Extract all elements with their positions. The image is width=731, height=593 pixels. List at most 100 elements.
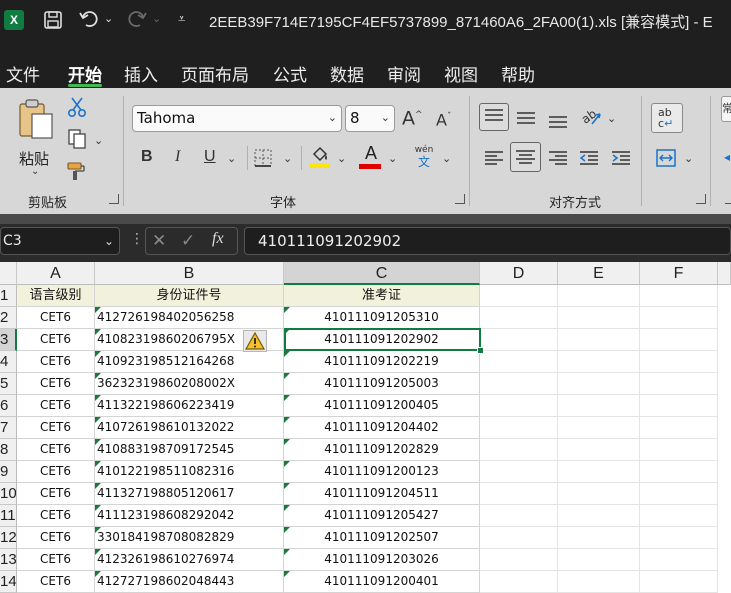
table-cell[interactable]: CET6 <box>17 329 95 351</box>
fill-handle[interactable] <box>477 347 484 354</box>
increase-font-size-icon[interactable]: A^ <box>402 106 423 128</box>
empty-cell[interactable] <box>558 439 640 461</box>
empty-cell[interactable] <box>558 395 640 417</box>
tab-insert[interactable]: 插入 <box>124 61 158 86</box>
row-header-1[interactable]: 1 <box>0 285 17 307</box>
row-header-9[interactable]: 9 <box>0 461 17 483</box>
orientation-icon[interactable]: ab <box>578 104 604 132</box>
table-cell[interactable]: CET6 <box>17 483 95 505</box>
empty-cell[interactable] <box>558 351 640 373</box>
table-cell[interactable]: 410111091204511 <box>284 483 480 505</box>
align-bottom-icon[interactable] <box>547 108 569 134</box>
table-cell[interactable]: 36232319860208002X <box>95 373 284 395</box>
table-cell[interactable]: 410111091204402 <box>284 417 480 439</box>
column-header-b[interactable]: B <box>95 262 284 285</box>
empty-cell[interactable] <box>558 549 640 571</box>
table-cell[interactable]: CET6 <box>17 549 95 571</box>
formula-bar-options-icon[interactable]: ⋮ <box>130 231 144 247</box>
row-header-5[interactable]: 5 <box>0 373 17 395</box>
empty-cell[interactable] <box>480 417 558 439</box>
empty-cell[interactable] <box>640 571 718 593</box>
table-cell[interactable]: CET6 <box>17 351 95 373</box>
merge-dropdown-icon[interactable]: ⌄ <box>684 150 693 168</box>
table-cell[interactable]: CET6 <box>17 571 95 593</box>
empty-cell[interactable] <box>640 351 718 373</box>
empty-cell[interactable] <box>640 417 718 439</box>
number-format-icon[interactable]: ◂ <box>724 148 730 166</box>
empty-cell[interactable] <box>480 395 558 417</box>
font-name-combo[interactable]: Tahoma ⌄ <box>132 105 342 132</box>
clipboard-dialog-launcher[interactable] <box>109 194 119 204</box>
empty-cell[interactable] <box>640 527 718 549</box>
row-header-10[interactable]: 10 <box>0 483 17 505</box>
row-header-6[interactable]: 6 <box>0 395 17 417</box>
table-cell[interactable]: 410111091203026 <box>284 549 480 571</box>
empty-cell[interactable] <box>640 329 718 351</box>
row-header-11[interactable]: 11 <box>0 505 17 527</box>
empty-cell[interactable] <box>480 329 558 351</box>
empty-cell[interactable] <box>640 373 718 395</box>
empty-cell[interactable] <box>480 505 558 527</box>
select-all-corner[interactable] <box>0 262 17 285</box>
table-cell[interactable]: 410111091202829 <box>284 439 480 461</box>
customize-qat-icon[interactable]: ⩡ <box>178 12 185 27</box>
empty-cell[interactable] <box>480 527 558 549</box>
align-top-button[interactable] <box>479 103 509 131</box>
empty-cell[interactable] <box>640 461 718 483</box>
copy-icon[interactable] <box>66 128 88 154</box>
table-cell[interactable]: 410111091200123 <box>284 461 480 483</box>
align-center-button[interactable] <box>510 142 541 172</box>
font-name-dropdown-icon[interactable]: ⌄ <box>328 106 337 130</box>
empty-cell[interactable] <box>480 307 558 329</box>
tab-data[interactable]: 数据 <box>330 61 364 86</box>
font-dialog-launcher[interactable] <box>455 194 465 204</box>
name-box-dropdown-icon[interactable]: ⌄ <box>104 228 114 255</box>
empty-cell[interactable] <box>558 527 640 549</box>
table-cell[interactable]: CET6 <box>17 373 95 395</box>
name-box[interactable]: C3 ⌄ <box>0 227 120 255</box>
fill-color-dropdown-icon[interactable]: ⌄ <box>337 150 346 168</box>
empty-cell[interactable] <box>558 307 640 329</box>
underline-button[interactable]: U <box>204 148 216 166</box>
empty-cell[interactable] <box>640 395 718 417</box>
empty-cell[interactable] <box>640 505 718 527</box>
table-cell[interactable]: 410923198512164268 <box>95 351 284 373</box>
column-header-a[interactable]: A <box>17 262 95 285</box>
column-header-partial[interactable] <box>718 262 731 285</box>
table-cell[interactable]: CET6 <box>17 417 95 439</box>
table-cell[interactable]: CET6 <box>17 527 95 549</box>
table-cell[interactable]: 412727198602048443 <box>95 571 284 593</box>
row-header-13[interactable]: 13 <box>0 549 17 571</box>
redo-icon[interactable] <box>126 8 148 35</box>
table-cell[interactable]: CET6 <box>17 307 95 329</box>
table-cell[interactable]: 410111091205427 <box>284 505 480 527</box>
bold-button[interactable]: B <box>141 148 153 166</box>
row-header-12[interactable]: 12 <box>0 527 17 549</box>
empty-cell[interactable] <box>558 483 640 505</box>
table-cell[interactable]: 410726198610132022 <box>95 417 284 439</box>
tab-formulas[interactable]: 公式 <box>273 61 307 86</box>
table-cell[interactable]: 410111091200405 <box>284 395 480 417</box>
row-header-14[interactable]: 14 <box>0 571 17 593</box>
empty-cell[interactable] <box>558 285 640 307</box>
table-cell[interactable]: 410111091200401 <box>284 571 480 593</box>
wrap-text-button[interactable]: ab c↵ <box>651 103 683 133</box>
redo-dropdown-icon[interactable]: ⌄ <box>152 12 161 25</box>
table-cell[interactable]: 412326198610276974 <box>95 549 284 571</box>
empty-cell[interactable] <box>480 373 558 395</box>
tab-help[interactable]: 帮助 <box>501 61 535 86</box>
insert-function-button[interactable]: fx <box>212 230 224 248</box>
empty-cell[interactable] <box>640 483 718 505</box>
increase-indent-icon[interactable] <box>610 148 632 172</box>
empty-cell[interactable] <box>640 285 718 307</box>
tab-review[interactable]: 审阅 <box>387 61 421 86</box>
font-size-dropdown-icon[interactable]: ⌄ <box>381 106 390 130</box>
fill-color-icon[interactable] <box>309 145 331 173</box>
table-cell[interactable]: 412726198402056258 <box>95 307 284 329</box>
row-header-8[interactable]: 8 <box>0 439 17 461</box>
table-cell[interactable]: 410111091205310 <box>284 307 480 329</box>
column-header-d[interactable]: D <box>480 262 558 285</box>
empty-cell[interactable] <box>558 417 640 439</box>
column-header-f[interactable]: F <box>640 262 718 285</box>
borders-dropdown-icon[interactable]: ⌄ <box>283 150 292 168</box>
